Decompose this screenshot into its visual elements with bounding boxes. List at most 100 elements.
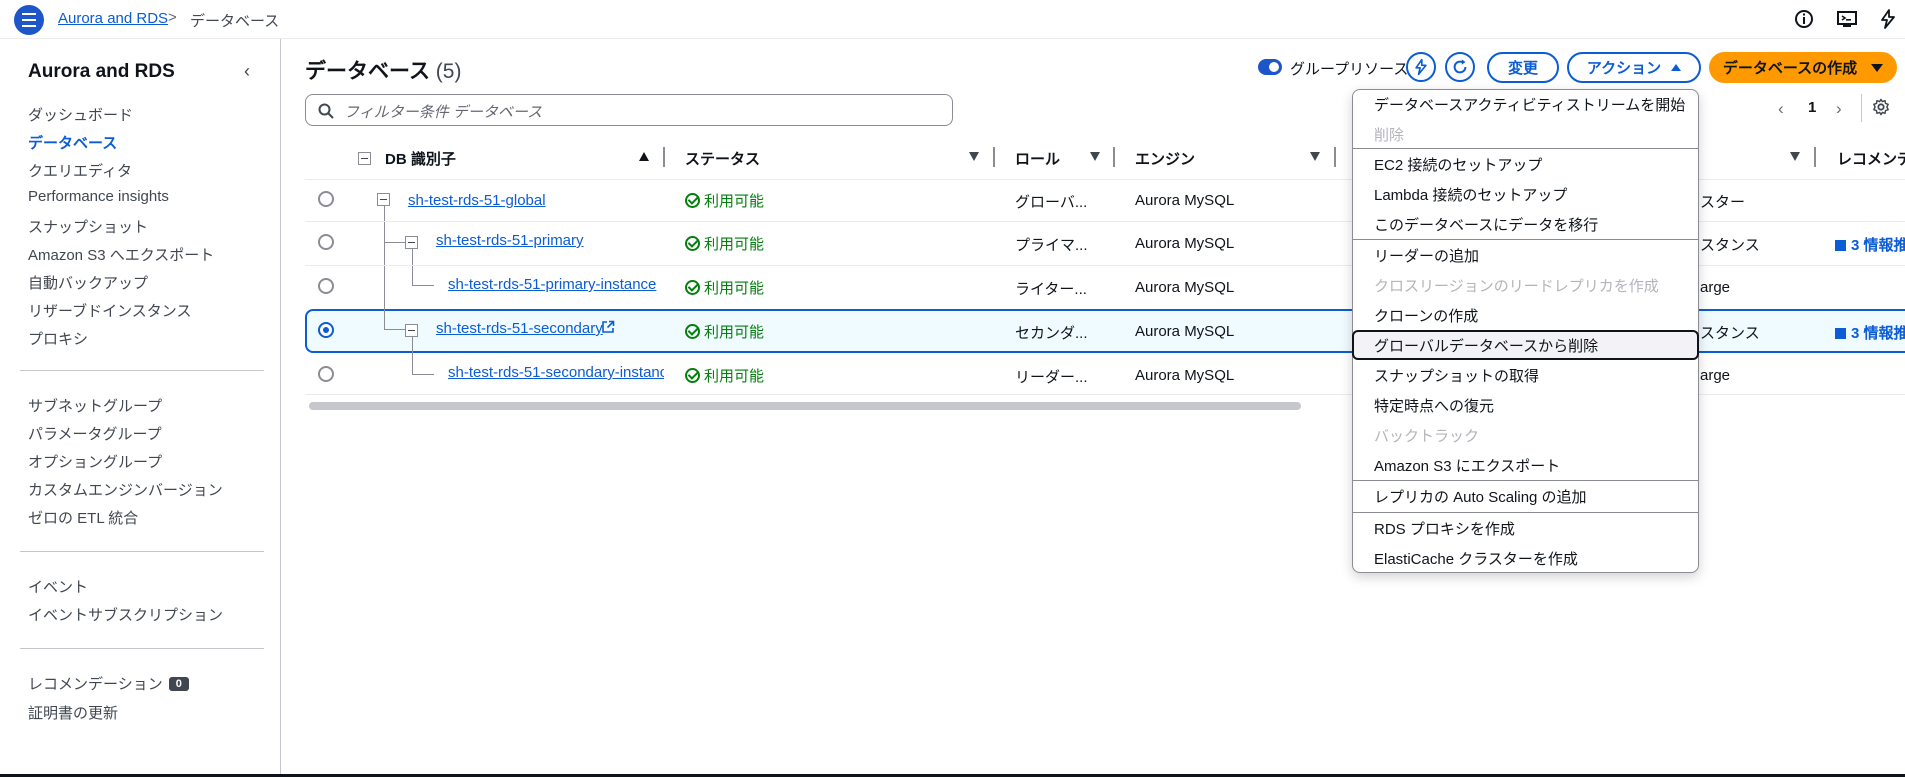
horizontal-scrollbar[interactable]	[309, 402, 1301, 410]
sidebar-item-proxies[interactable]: プロキシ	[28, 328, 88, 349]
column-resizer[interactable]	[663, 147, 665, 167]
sidebar-item-option-groups[interactable]: オプショングループ	[28, 451, 162, 472]
menu-item-start-activity-stream[interactable]: データベースアクティビティストリームを開始	[1374, 94, 1685, 115]
group-resources-toggle[interactable]	[1258, 59, 1282, 75]
sidebar-item-subnet-groups[interactable]: サブネットグループ	[28, 395, 162, 416]
tree-collapse-icon[interactable]	[405, 324, 418, 337]
sidebar-item-dashboard[interactable]: ダッシュボード	[28, 104, 133, 125]
filter-search-input[interactable]: フィルター条件 データベース	[305, 94, 953, 126]
menu-item-cross-region-read-replica[interactable]: クロスリージョンのリードレプリカを作成	[1374, 275, 1659, 296]
tree-collapse-icon[interactable]	[377, 193, 390, 206]
lightning-button[interactable]	[1406, 52, 1436, 82]
db-identifier-link[interactable]: sh-test-rds-51-secondary	[436, 320, 603, 337]
page-number[interactable]: 1	[1808, 99, 1816, 116]
sidebar-item-performance-insights[interactable]: Performance insights	[28, 188, 169, 205]
recommendation-link[interactable]: 3 情報推	[1835, 234, 1905, 255]
column-header-role[interactable]: ロール	[1015, 148, 1060, 169]
column-resizer[interactable]	[1113, 147, 1115, 167]
lightning-icon	[1415, 58, 1427, 76]
menu-divider	[1353, 148, 1698, 149]
column-header-db-id[interactable]: DB 識別子	[385, 148, 456, 169]
create-database-button[interactable]: データベースの作成	[1709, 52, 1897, 83]
sidebar-item-events[interactable]: イベント	[28, 576, 88, 597]
menu-item-create-clone[interactable]: クローンの作成	[1374, 305, 1478, 326]
sort-icon[interactable]	[969, 152, 979, 161]
sidebar-item-databases[interactable]: データベース	[28, 132, 117, 153]
menu-item-export-to-s3[interactable]: Amazon S3 にエクスポート	[1374, 455, 1560, 476]
check-circle-icon	[685, 324, 700, 339]
menu-item-take-snapshot[interactable]: スナップショットの取得	[1374, 365, 1539, 386]
actions-button[interactable]: アクション	[1567, 52, 1701, 83]
row-select-radio[interactable]	[318, 366, 334, 382]
menu-item-create-elasticache-cluster[interactable]: ElastiCache クラスターを作成	[1374, 548, 1578, 569]
db-identifier-link[interactable]: sh-test-rds-51-global	[408, 192, 546, 209]
role-cell: セカンダ...	[1015, 325, 1088, 342]
info-square-icon	[1835, 240, 1846, 251]
next-page-icon[interactable]: ›	[1836, 99, 1842, 119]
search-icon	[318, 103, 334, 119]
db-identifier-link[interactable]: sh-test-rds-51-secondary-instance	[448, 364, 664, 381]
breadcrumb-service-link[interactable]: Aurora and RDS	[58, 10, 168, 27]
row-select-radio[interactable]	[318, 278, 334, 294]
sidebar-item-automated-backups[interactable]: 自動バックアップ	[28, 272, 148, 293]
menu-item-backtrack[interactable]: バックトラック	[1374, 425, 1479, 446]
info-icon[interactable]	[1793, 8, 1815, 30]
modify-button[interactable]: 変更	[1487, 52, 1559, 83]
menu-item-delete[interactable]: 削除	[1374, 124, 1404, 145]
tree-collapse-icon[interactable]	[405, 236, 418, 249]
menu-item-remove-from-global-database[interactable]: グローバルデータベースから削除	[1374, 335, 1598, 356]
sort-icon[interactable]	[1790, 152, 1800, 161]
sidebar-item-zero-etl[interactable]: ゼロの ETL 統合	[28, 507, 138, 528]
menu-item-point-in-time-restore[interactable]: 特定時点への復元	[1374, 395, 1494, 416]
sidebar-item-query-editor[interactable]: クエリエディタ	[28, 160, 132, 181]
sort-icon[interactable]	[1090, 152, 1100, 161]
menu-icon[interactable]	[14, 5, 44, 35]
row-select-radio[interactable]	[318, 322, 334, 338]
refresh-icon	[1453, 59, 1467, 74]
collapse-all-icon[interactable]	[358, 152, 371, 165]
check-circle-icon	[685, 368, 700, 383]
sort-ascending-icon[interactable]	[639, 152, 649, 161]
sidebar-item-event-subscriptions[interactable]: イベントサブスクリプション	[28, 604, 223, 625]
db-identifier-link[interactable]: sh-test-rds-51-primary	[436, 232, 584, 249]
sidebar-item-custom-engine-versions[interactable]: カスタムエンジンバージョン	[28, 479, 223, 500]
refresh-button[interactable]	[1445, 52, 1475, 82]
sidebar-item-certificate-update[interactable]: 証明書の更新	[28, 702, 118, 723]
size-cell: arge	[1700, 279, 1731, 296]
check-circle-icon	[685, 236, 700, 251]
column-header-engine[interactable]: エンジン	[1135, 148, 1195, 169]
check-circle-icon	[685, 193, 700, 208]
prev-page-icon[interactable]: ‹	[1778, 99, 1784, 119]
recommendations-label: レコメンデーション	[28, 676, 163, 693]
menu-item-ec2-connection-setup[interactable]: EC2 接続のセットアップ	[1374, 154, 1542, 175]
row-select-radio[interactable]	[318, 234, 334, 250]
menu-item-create-rds-proxy[interactable]: RDS プロキシを作成	[1374, 518, 1515, 539]
engine-cell: Aurora MySQL	[1135, 235, 1235, 252]
collapse-sidebar-icon[interactable]: ‹	[244, 61, 250, 82]
menu-item-lambda-connection-setup[interactable]: Lambda 接続のセットアップ	[1374, 184, 1567, 205]
sidebar-item-parameter-groups[interactable]: パラメータグループ	[28, 423, 162, 444]
breadcrumb-separator: >	[168, 9, 177, 26]
tree-line	[412, 374, 434, 375]
menu-item-add-reader[interactable]: リーダーの追加	[1374, 245, 1479, 266]
sidebar-item-reserved-instances[interactable]: リザーブドインスタンス	[28, 300, 192, 321]
column-header-status[interactable]: ステータス	[685, 148, 760, 169]
tree-line	[412, 285, 434, 286]
column-resizer[interactable]	[1334, 147, 1336, 167]
column-resizer[interactable]	[993, 147, 995, 167]
sidebar-item-snapshots[interactable]: スナップショット	[28, 216, 148, 237]
column-header-recommendations[interactable]: レコメンデ	[1837, 148, 1905, 169]
sidebar-item-s3-export[interactable]: Amazon S3 へエクスポート	[28, 244, 214, 265]
menu-item-migrate-data[interactable]: このデータベースにデータを移行	[1374, 214, 1598, 235]
external-link-icon[interactable]	[601, 320, 615, 334]
sidebar-item-recommendations[interactable]: レコメンデーション 0	[28, 673, 189, 694]
cloudshell-icon[interactable]	[1836, 8, 1858, 30]
recommendation-link[interactable]: 3 情報推	[1835, 322, 1905, 343]
settings-gear-icon[interactable]	[1872, 98, 1890, 116]
notifications-icon[interactable]	[1877, 8, 1899, 30]
menu-item-add-replica-auto-scaling[interactable]: レプリカの Auto Scaling の追加	[1374, 486, 1587, 507]
db-identifier-link[interactable]: sh-test-rds-51-primary-instance	[448, 276, 656, 293]
row-select-radio[interactable]	[318, 191, 334, 207]
column-resizer[interactable]	[1814, 147, 1816, 167]
sort-icon[interactable]	[1310, 152, 1320, 161]
